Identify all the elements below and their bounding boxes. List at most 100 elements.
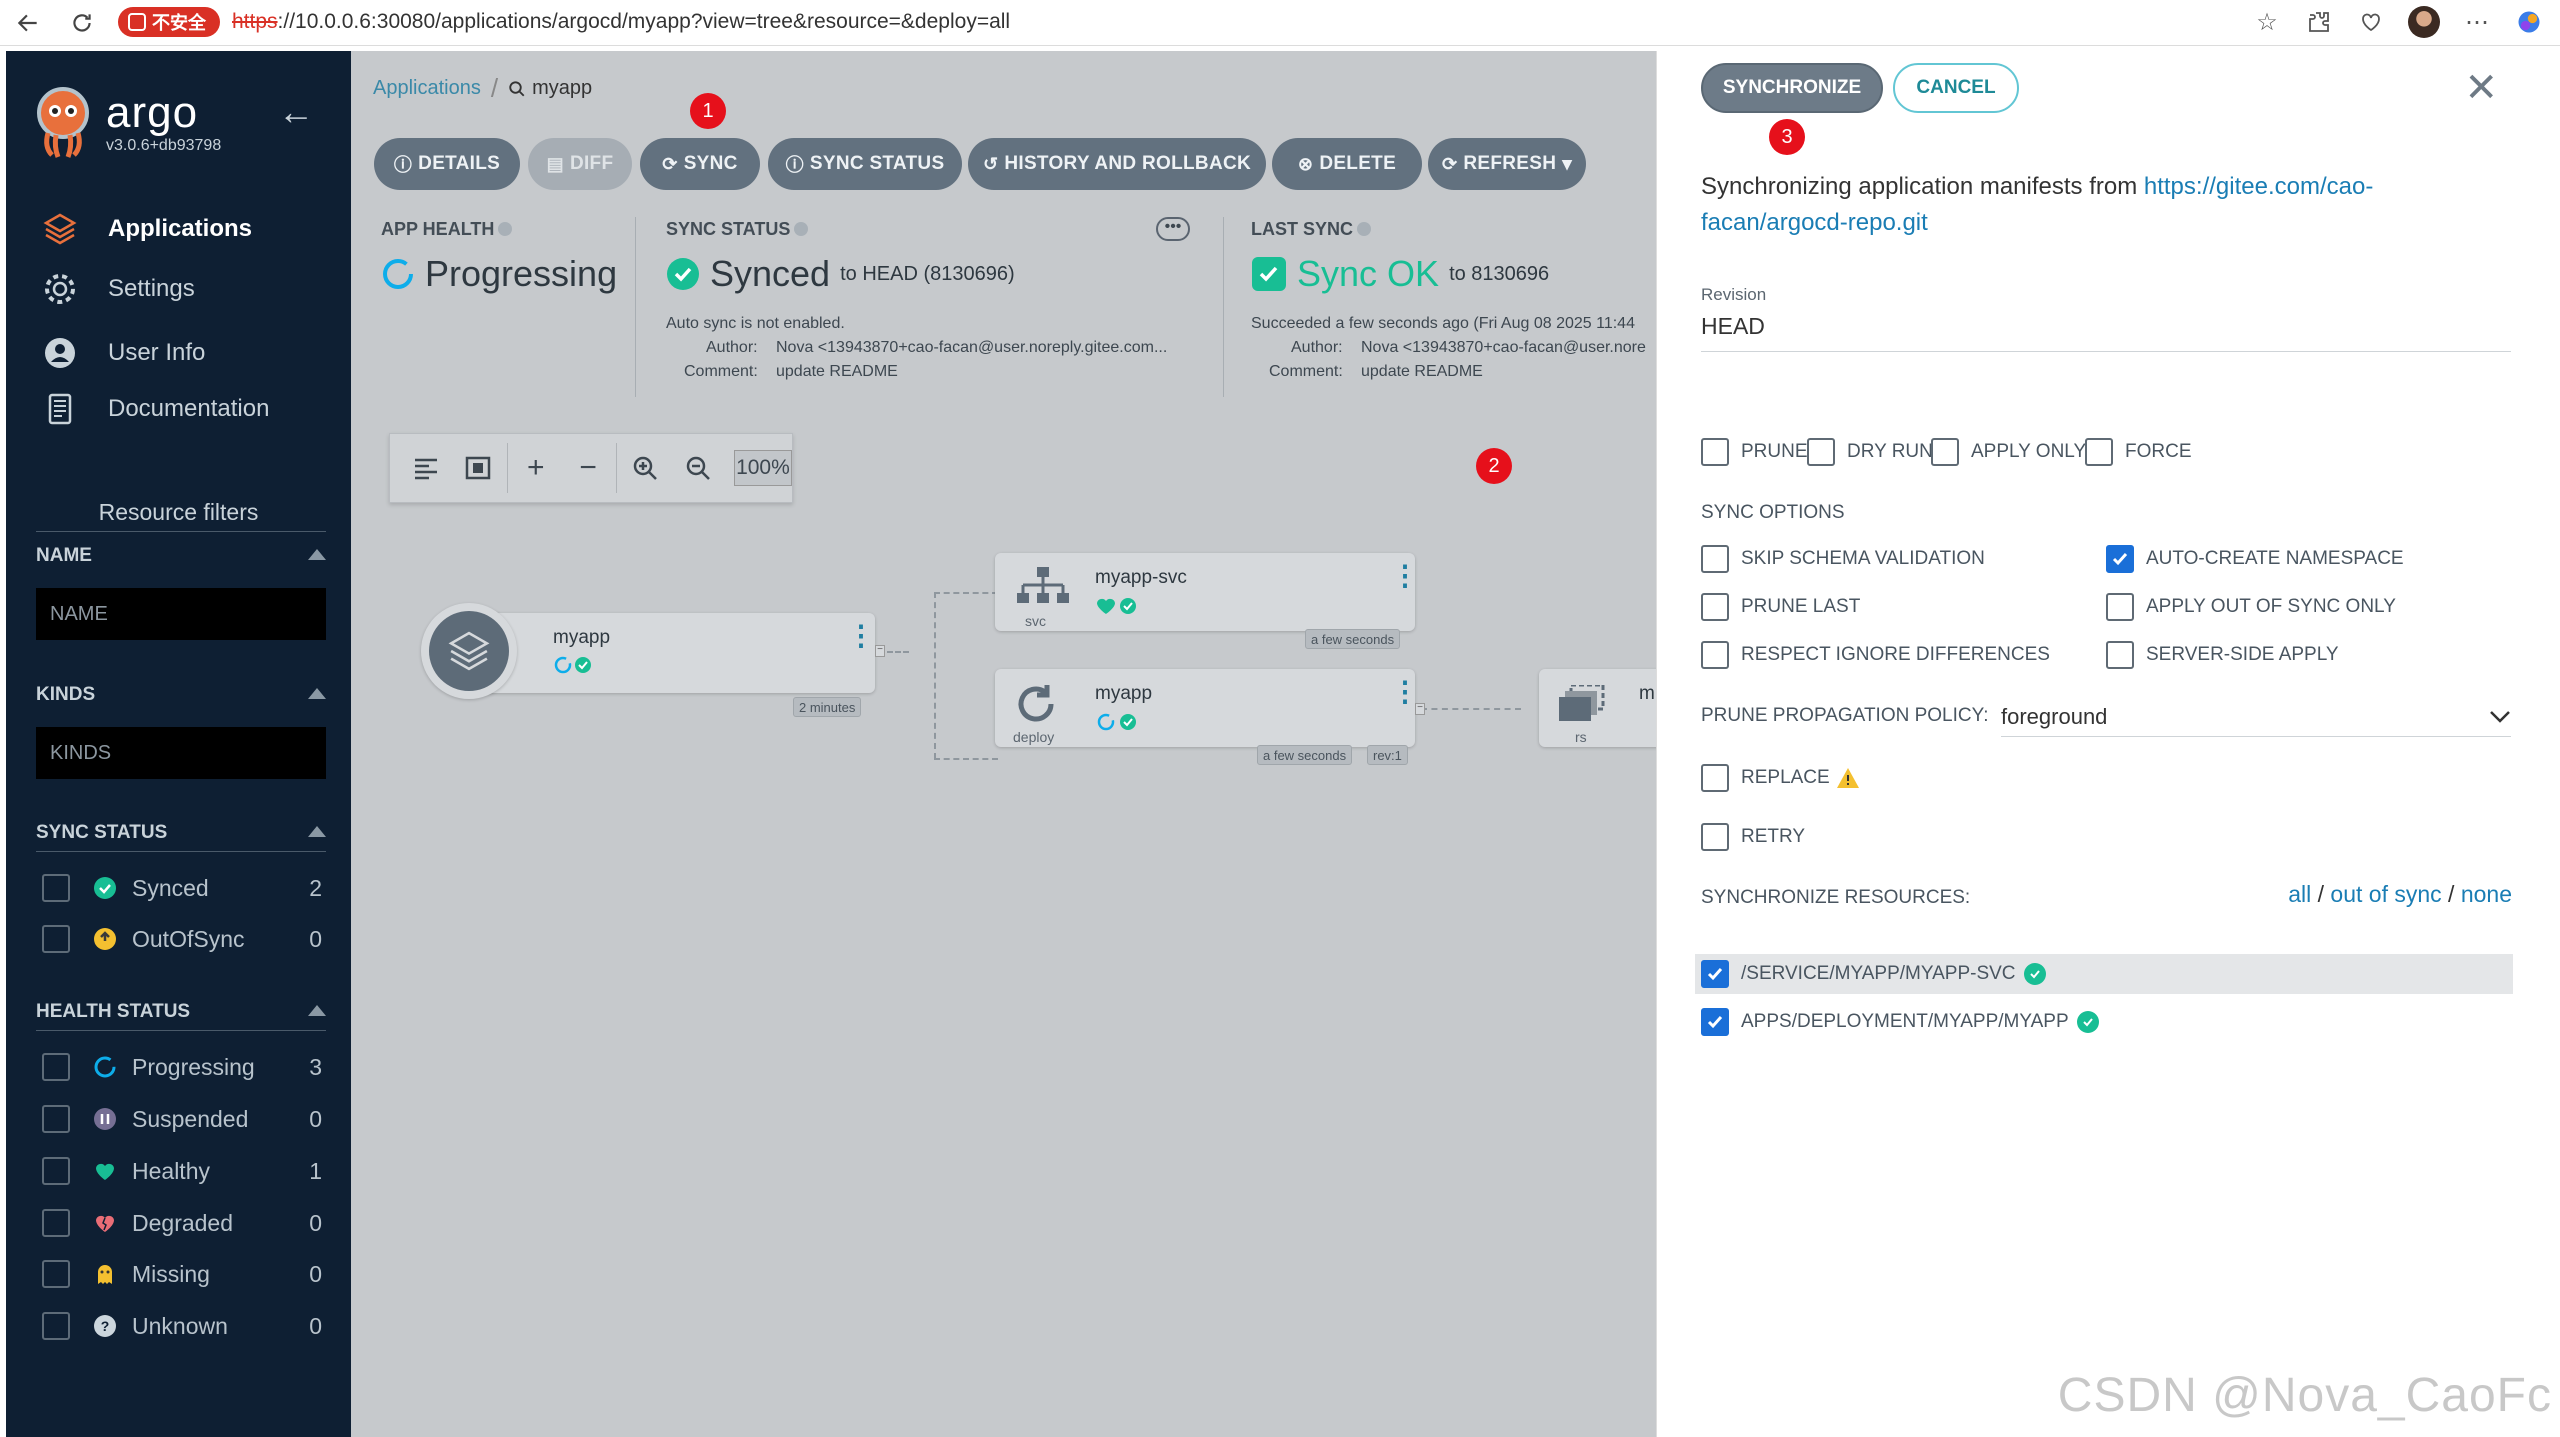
help-icon[interactable] — [498, 222, 513, 236]
kinds-filter-input[interactable] — [36, 727, 326, 779]
checkbox[interactable] — [42, 1312, 70, 1340]
checkbox[interactable] — [1807, 438, 1835, 466]
reload-icon[interactable] — [62, 3, 102, 43]
synchronize-button[interactable]: SYNCHRONIZE — [1701, 63, 1883, 113]
nav-settings[interactable]: Settings — [42, 271, 195, 307]
align-left-icon[interactable] — [402, 443, 450, 493]
health-icon[interactable] — [2356, 7, 2386, 37]
collapse-icon[interactable]: − — [564, 443, 612, 493]
prune-last-option[interactable]: PRUNE LAST — [1701, 593, 1860, 621]
extensions-icon[interactable] — [2304, 7, 2334, 37]
close-icon[interactable]: ✕ — [2464, 65, 2498, 111]
back-icon[interactable] — [8, 3, 48, 43]
apply-only-option[interactable]: APPLY ONLY — [1931, 438, 2086, 466]
fit-screen-icon[interactable] — [454, 443, 502, 493]
checkbox-checked[interactable] — [2106, 545, 2134, 573]
checkbox[interactable] — [1701, 593, 1729, 621]
filter-health-head[interactable]: HEALTH STATUS — [36, 1001, 326, 1023]
checkbox[interactable] — [42, 1260, 70, 1288]
delete-button[interactable]: ⊗ DELETE — [1272, 138, 1422, 190]
retry-option[interactable]: RETRY — [1701, 823, 1805, 851]
checkbox[interactable] — [2106, 641, 2134, 669]
more-icon[interactable]: ⋯ — [2462, 7, 2492, 37]
deployment-node[interactable]: deploy myapp ⋮ a few seconds rev:1 — [995, 669, 1419, 765]
details-button[interactable]: ⓘ DETAILS — [374, 138, 520, 190]
filter-sync-head[interactable]: SYNC STATUS — [36, 822, 326, 844]
checkbox[interactable] — [1701, 823, 1729, 851]
checkbox[interactable] — [42, 925, 70, 953]
copilot-icon[interactable] — [2514, 7, 2544, 37]
filter-outofsync[interactable]: OutOfSync 0 — [42, 919, 322, 959]
help-icon[interactable] — [1357, 222, 1372, 236]
collapse-node-icon[interactable]: − — [875, 645, 885, 657]
filter-kinds-head[interactable]: KINDS — [36, 684, 326, 706]
force-option[interactable]: FORCE — [2085, 438, 2192, 466]
replicaset-node[interactable]: rs m — [1539, 669, 1669, 747]
checkbox[interactable] — [1701, 641, 1729, 669]
checkbox[interactable] — [42, 1105, 70, 1133]
diff-button[interactable]: ▤ DIFF — [528, 138, 632, 190]
sync-button[interactable]: ⟳ SYNC — [640, 138, 760, 190]
cancel-button[interactable]: CANCEL — [1893, 63, 2019, 113]
app-node[interactable]: myapp ⋮ 2 minutes — [421, 603, 875, 717]
node-menu-icon[interactable]: ⋮ — [847, 622, 875, 650]
checkbox[interactable] — [42, 874, 70, 902]
expand-icon[interactable]: + — [512, 443, 560, 493]
help-icon[interactable] — [794, 222, 809, 236]
breadcrumb-applications[interactable]: Applications — [373, 77, 481, 100]
select-all-link[interactable]: all — [2288, 881, 2311, 907]
replace-option[interactable]: REPLACE — [1701, 764, 1860, 792]
select-out-of-sync-link[interactable]: out of sync — [2330, 881, 2441, 907]
respect-ignore-differences-option[interactable]: RESPECT IGNORE DIFFERENCES — [1701, 641, 2050, 669]
filter-healthy[interactable]: Healthy 1 — [42, 1151, 322, 1191]
select-none-link[interactable]: none — [2461, 881, 2512, 907]
name-filter-input[interactable] — [36, 588, 326, 640]
checkbox[interactable] — [1931, 438, 1959, 466]
nav-user-info[interactable]: User Info — [42, 335, 205, 371]
filter-synced[interactable]: Synced 2 — [42, 868, 322, 908]
auto-create-namespace-option[interactable]: AUTO-CREATE NAMESPACE — [2106, 545, 2404, 573]
revision-input[interactable]: HEAD — [1701, 313, 1765, 340]
profile-avatar[interactable] — [2408, 6, 2440, 38]
filter-progressing[interactable]: Progressing 3 — [42, 1047, 322, 1087]
filter-name-head[interactable]: NAME — [36, 545, 326, 567]
resource-row[interactable]: /SERVICE/MYAPP/MYAPP-SVC — [1695, 954, 2513, 994]
filter-degraded[interactable]: Degraded 0 — [42, 1203, 322, 1243]
more-options-icon[interactable]: ••• — [1156, 217, 1190, 241]
nav-applications[interactable]: Applications — [42, 211, 252, 247]
node-menu-icon[interactable]: ⋮ — [1391, 562, 1419, 590]
checkbox[interactable] — [1701, 764, 1729, 792]
prune-propagation-select[interactable]: foreground — [2001, 697, 2511, 737]
zoom-in-icon[interactable] — [621, 443, 669, 493]
collapse-node-icon[interactable]: − — [1415, 703, 1425, 715]
nav-documentation[interactable]: Documentation — [42, 391, 269, 427]
checkbox[interactable] — [1701, 438, 1729, 466]
prune-option[interactable]: PRUNE — [1701, 438, 1808, 466]
checkbox-checked[interactable] — [1701, 960, 1729, 988]
skip-schema-validation-option[interactable]: SKIP SCHEMA VALIDATION — [1701, 545, 1985, 573]
argo-logo[interactable]: argo v3.0.6+db93798 — [34, 87, 221, 159]
filter-missing[interactable]: Missing 0 — [42, 1254, 322, 1294]
checkbox[interactable] — [2106, 593, 2134, 621]
history-rollback-button[interactable]: ↺ HISTORY AND ROLLBACK — [968, 138, 1266, 190]
filter-unknown[interactable]: ? Unknown 0 — [42, 1306, 322, 1346]
address-bar[interactable]: 不安全 https://10.0.0.6:30080/applications/… — [118, 4, 2238, 40]
zoom-out-icon[interactable] — [674, 443, 722, 493]
refresh-button[interactable]: ⟳ REFRESH ▾ — [1428, 138, 1586, 190]
server-side-apply-option[interactable]: SERVER-SIDE APPLY — [2106, 641, 2339, 669]
service-node[interactable]: svc myapp-svc ⋮ a few seconds — [995, 553, 1419, 649]
dry-run-option[interactable]: DRY RUN — [1807, 438, 1933, 466]
collapse-sidebar-icon[interactable]: ← — [278, 91, 314, 133]
checkbox[interactable] — [42, 1209, 70, 1237]
filter-suspended[interactable]: Suspended 0 — [42, 1099, 322, 1139]
checkbox[interactable] — [1701, 545, 1729, 573]
resource-row[interactable]: APPS/DEPLOYMENT/MYAPP/MYAPP — [1695, 1002, 2513, 1042]
checkbox[interactable] — [42, 1053, 70, 1081]
checkbox-checked[interactable] — [1701, 1008, 1729, 1036]
security-badge[interactable]: 不安全 — [118, 7, 220, 37]
checkbox[interactable] — [2085, 438, 2113, 466]
sync-status-button[interactable]: ⓘ SYNC STATUS — [768, 138, 962, 190]
star-icon[interactable]: ☆ — [2252, 7, 2282, 37]
checkbox[interactable] — [42, 1157, 70, 1185]
apply-out-of-sync-only-option[interactable]: APPLY OUT OF SYNC ONLY — [2106, 593, 2396, 621]
